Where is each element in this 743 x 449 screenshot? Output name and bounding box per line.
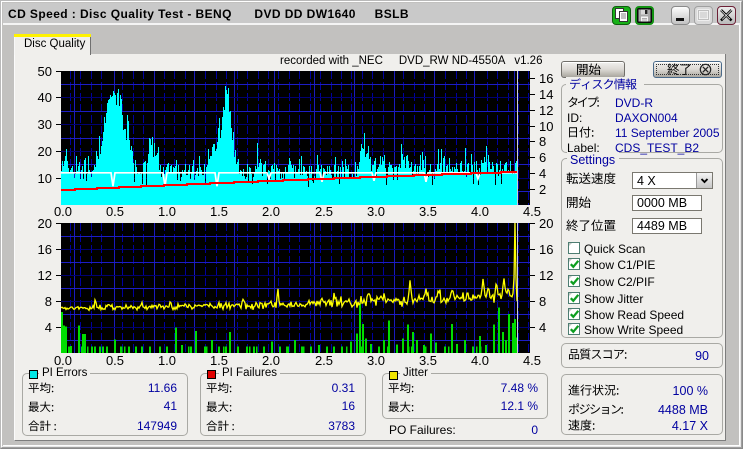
svg-text:4: 4 bbox=[45, 320, 52, 335]
svg-text:10: 10 bbox=[539, 119, 553, 134]
svg-text:1.0: 1.0 bbox=[158, 204, 176, 219]
svg-text:1.0: 1.0 bbox=[158, 353, 176, 368]
svg-text:12: 12 bbox=[38, 268, 52, 283]
svg-text:40: 40 bbox=[38, 90, 52, 105]
svg-text:4: 4 bbox=[539, 320, 546, 335]
svg-text:3.0: 3.0 bbox=[367, 353, 385, 368]
svg-text:10: 10 bbox=[38, 171, 52, 186]
svg-text:0.0: 0.0 bbox=[54, 204, 72, 219]
svg-text:2.5: 2.5 bbox=[315, 353, 333, 368]
svg-text:4.0: 4.0 bbox=[471, 204, 489, 219]
svg-text:20: 20 bbox=[38, 216, 52, 231]
svg-text:50: 50 bbox=[38, 64, 52, 79]
svg-text:30: 30 bbox=[38, 117, 52, 132]
svg-text:16: 16 bbox=[539, 242, 553, 257]
svg-text:4.0: 4.0 bbox=[471, 353, 489, 368]
svg-text:4: 4 bbox=[539, 166, 546, 181]
svg-text:4.5: 4.5 bbox=[523, 204, 541, 219]
svg-text:1.5: 1.5 bbox=[210, 353, 228, 368]
svg-text:12: 12 bbox=[539, 103, 553, 118]
svg-text:3.0: 3.0 bbox=[367, 204, 385, 219]
svg-text:2: 2 bbox=[539, 182, 546, 197]
svg-text:16: 16 bbox=[38, 242, 52, 257]
svg-text:20: 20 bbox=[38, 144, 52, 159]
svg-text:3.5: 3.5 bbox=[419, 353, 437, 368]
svg-text:8: 8 bbox=[539, 294, 546, 309]
svg-text:16: 16 bbox=[539, 71, 553, 86]
svg-text:0.5: 0.5 bbox=[106, 353, 124, 368]
svg-text:3.5: 3.5 bbox=[419, 204, 437, 219]
svg-text:2.0: 2.0 bbox=[262, 204, 280, 219]
svg-text:20: 20 bbox=[539, 216, 553, 231]
svg-text:4.5: 4.5 bbox=[523, 353, 541, 368]
svg-text:6: 6 bbox=[539, 150, 546, 165]
svg-text:12: 12 bbox=[539, 268, 553, 283]
svg-text:2.5: 2.5 bbox=[315, 204, 333, 219]
svg-text:0.5: 0.5 bbox=[106, 204, 124, 219]
svg-text:0.0: 0.0 bbox=[54, 353, 72, 368]
svg-text:2.0: 2.0 bbox=[262, 353, 280, 368]
svg-text:8: 8 bbox=[45, 294, 52, 309]
svg-text:1.5: 1.5 bbox=[210, 204, 228, 219]
svg-text:8: 8 bbox=[539, 134, 546, 149]
svg-text:14: 14 bbox=[539, 87, 553, 102]
